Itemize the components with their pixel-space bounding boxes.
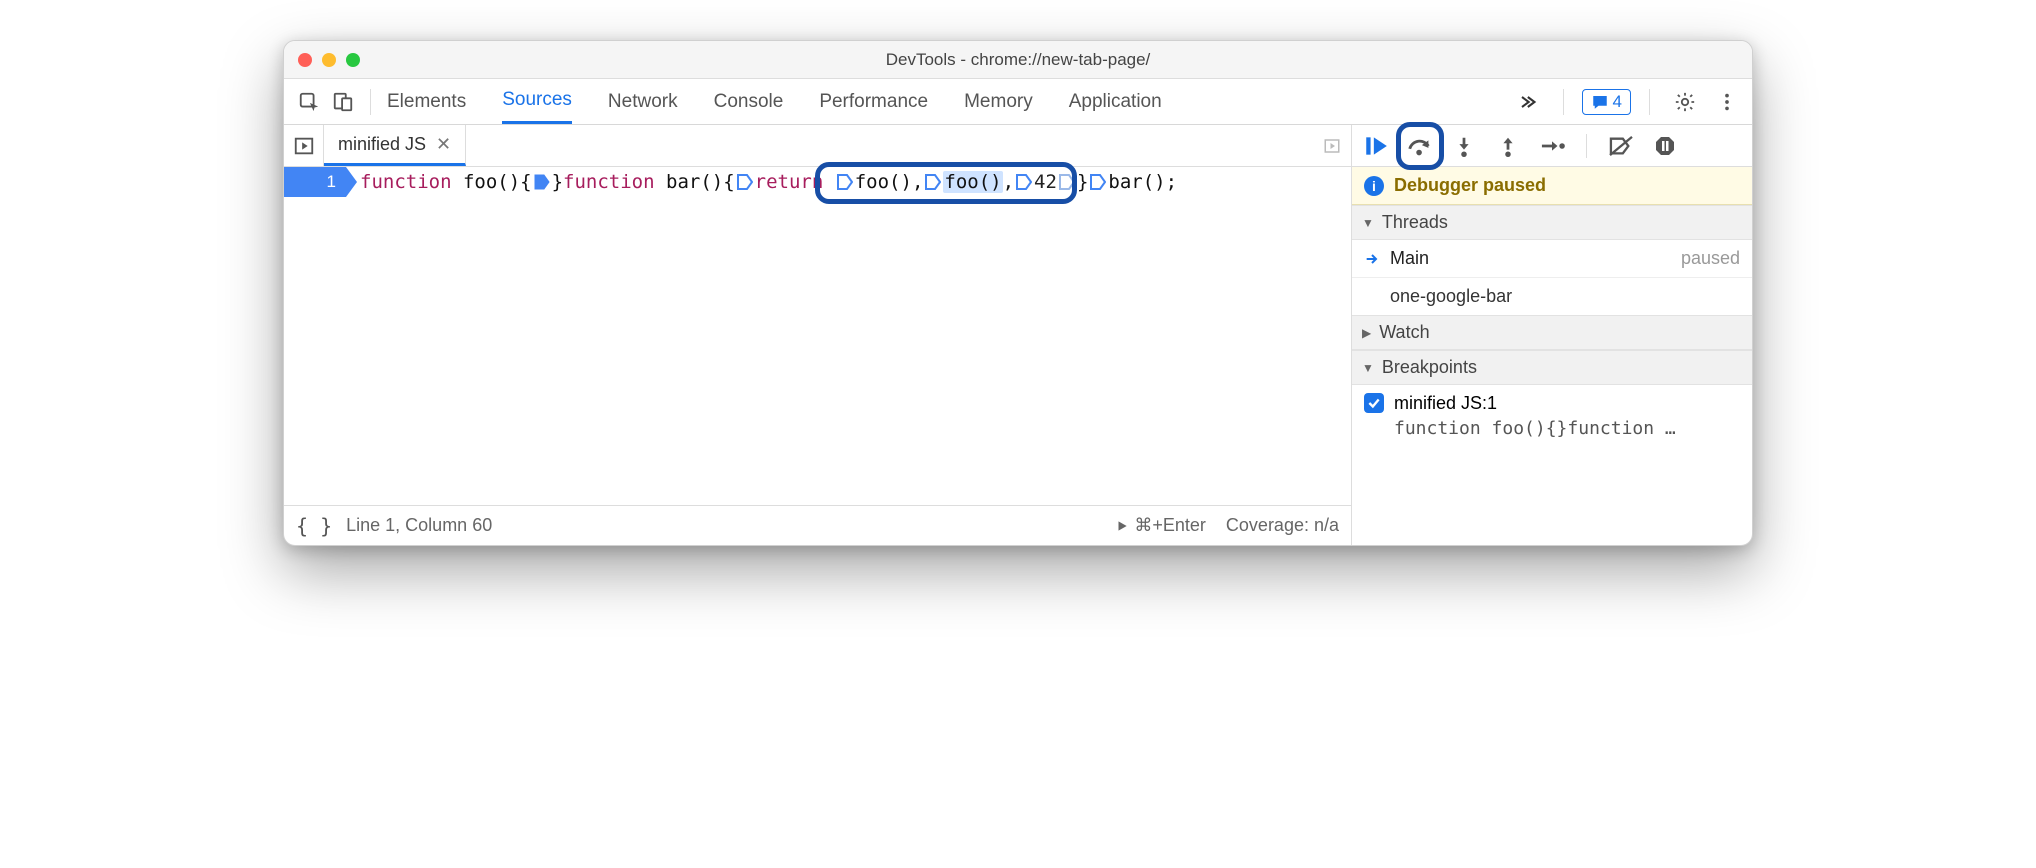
threads-section-header[interactable]: ▼ Threads xyxy=(1352,205,1752,240)
current-thread-arrow-icon xyxy=(1364,251,1380,267)
window-close-button[interactable] xyxy=(298,53,312,67)
thread-one-google-bar[interactable]: one-google-bar xyxy=(1352,277,1752,315)
source-tab-label: minified JS xyxy=(338,134,426,155)
tab-performance[interactable]: Performance xyxy=(819,79,928,124)
execution-marker-icon xyxy=(534,173,550,191)
device-toggle-icon[interactable] xyxy=(326,85,360,119)
panel-tabs: Elements Sources Network Console Perform… xyxy=(387,79,1162,124)
step-marker-icon xyxy=(837,173,853,191)
tab-elements[interactable]: Elements xyxy=(387,79,466,124)
line-number-breakpoint[interactable]: 1 xyxy=(284,167,346,197)
step-marker-icon xyxy=(1090,173,1106,191)
step-marker-icon xyxy=(737,173,753,191)
step-marker-icon xyxy=(925,173,941,191)
window-maximize-button[interactable] xyxy=(346,53,360,67)
more-tabs-chevron-icon[interactable] xyxy=(1509,92,1545,112)
coverage-status: Coverage: n/a xyxy=(1226,515,1339,536)
toolbar-right: 4 xyxy=(1509,79,1744,124)
tab-application[interactable]: Application xyxy=(1069,79,1162,124)
run-hint: ⌘+Enter xyxy=(1115,515,1206,536)
settings-gear-icon[interactable] xyxy=(1668,91,1702,113)
devtools-window: DevTools - chrome://new-tab-page/ Elemen… xyxy=(283,40,1753,546)
tab-network[interactable]: Network xyxy=(608,79,678,124)
step-into-button[interactable] xyxy=(1450,132,1478,160)
breakpoint-code-preview: function foo(){}function … xyxy=(1394,418,1676,439)
code-editor[interactable]: 1 function foo(){}function bar(){return … xyxy=(284,167,1351,505)
step-over-button[interactable] xyxy=(1406,132,1434,160)
run-snippet-icon[interactable] xyxy=(1323,137,1351,155)
editor-statusbar: { } Line 1, Column 60 ⌘+Enter Coverage: … xyxy=(284,505,1351,545)
close-tab-icon[interactable]: ✕ xyxy=(436,134,451,155)
breakpoint-text: minified JS:1 function foo(){}function … xyxy=(1394,393,1676,439)
kebab-menu-icon[interactable] xyxy=(1710,91,1744,113)
cursor-position: Line 1, Column 60 xyxy=(346,515,492,536)
tab-console[interactable]: Console xyxy=(714,79,784,124)
tab-memory[interactable]: Memory xyxy=(964,79,1033,124)
window-minimize-button[interactable] xyxy=(322,53,336,67)
breakpoint-label: minified JS:1 xyxy=(1394,393,1676,414)
content-area: minified JS ✕ 1 function foo(){}function… xyxy=(284,125,1752,545)
step-button[interactable] xyxy=(1538,132,1566,160)
debugger-toolbar xyxy=(1352,125,1752,167)
main-toolbar: Elements Sources Network Console Perform… xyxy=(284,79,1752,125)
window-traffic-lights xyxy=(298,53,360,67)
messages-count: 4 xyxy=(1613,92,1622,112)
pretty-print-button[interactable]: { } xyxy=(296,514,332,538)
separator xyxy=(370,89,371,115)
source-tab-minified-js[interactable]: minified JS ✕ xyxy=(324,125,466,166)
resume-button[interactable] xyxy=(1362,132,1390,160)
step-marker-icon xyxy=(1016,173,1032,191)
navigator-toggle-icon[interactable] xyxy=(284,125,324,166)
step-marker-icon xyxy=(1059,173,1075,191)
code-content[interactable]: function foo(){}function bar(){return fo… xyxy=(346,167,1351,197)
debugger-paused-text: Debugger paused xyxy=(1394,175,1546,196)
pause-on-exceptions-button[interactable] xyxy=(1651,132,1679,160)
deactivate-breakpoints-button[interactable] xyxy=(1607,132,1635,160)
debugger-paused-banner: i Debugger paused xyxy=(1352,167,1752,205)
inspect-element-icon[interactable] xyxy=(292,85,326,119)
breakpoints-section-header[interactable]: ▼ Breakpoints xyxy=(1352,350,1752,385)
thread-main[interactable]: Main paused xyxy=(1352,240,1752,277)
sources-pane: minified JS ✕ 1 function foo(){}function… xyxy=(284,125,1352,545)
disclosure-triangle-icon: ▼ xyxy=(1362,216,1374,230)
messages-badge[interactable]: 4 xyxy=(1582,89,1631,115)
breakpoint-checkbox[interactable] xyxy=(1364,393,1384,413)
breakpoint-item[interactable]: minified JS:1 function foo(){}function … xyxy=(1352,385,1752,447)
separator xyxy=(1649,89,1650,115)
watch-section-header[interactable]: ▶ Watch xyxy=(1352,315,1752,350)
disclosure-triangle-icon: ▼ xyxy=(1362,361,1374,375)
code-line-1: 1 function foo(){}function bar(){return … xyxy=(284,167,1351,197)
separator xyxy=(1563,89,1564,115)
step-out-button[interactable] xyxy=(1494,132,1522,160)
separator xyxy=(1586,134,1587,158)
window-title: DevTools - chrome://new-tab-page/ xyxy=(886,50,1151,70)
source-tabs: minified JS ✕ xyxy=(284,125,1351,167)
tab-sources[interactable]: Sources xyxy=(502,79,572,124)
disclosure-triangle-icon: ▶ xyxy=(1362,326,1371,340)
info-icon: i xyxy=(1364,176,1384,196)
debugger-sidebar: i Debugger paused ▼ Threads Main paused … xyxy=(1352,125,1752,545)
titlebar: DevTools - chrome://new-tab-page/ xyxy=(284,41,1752,79)
